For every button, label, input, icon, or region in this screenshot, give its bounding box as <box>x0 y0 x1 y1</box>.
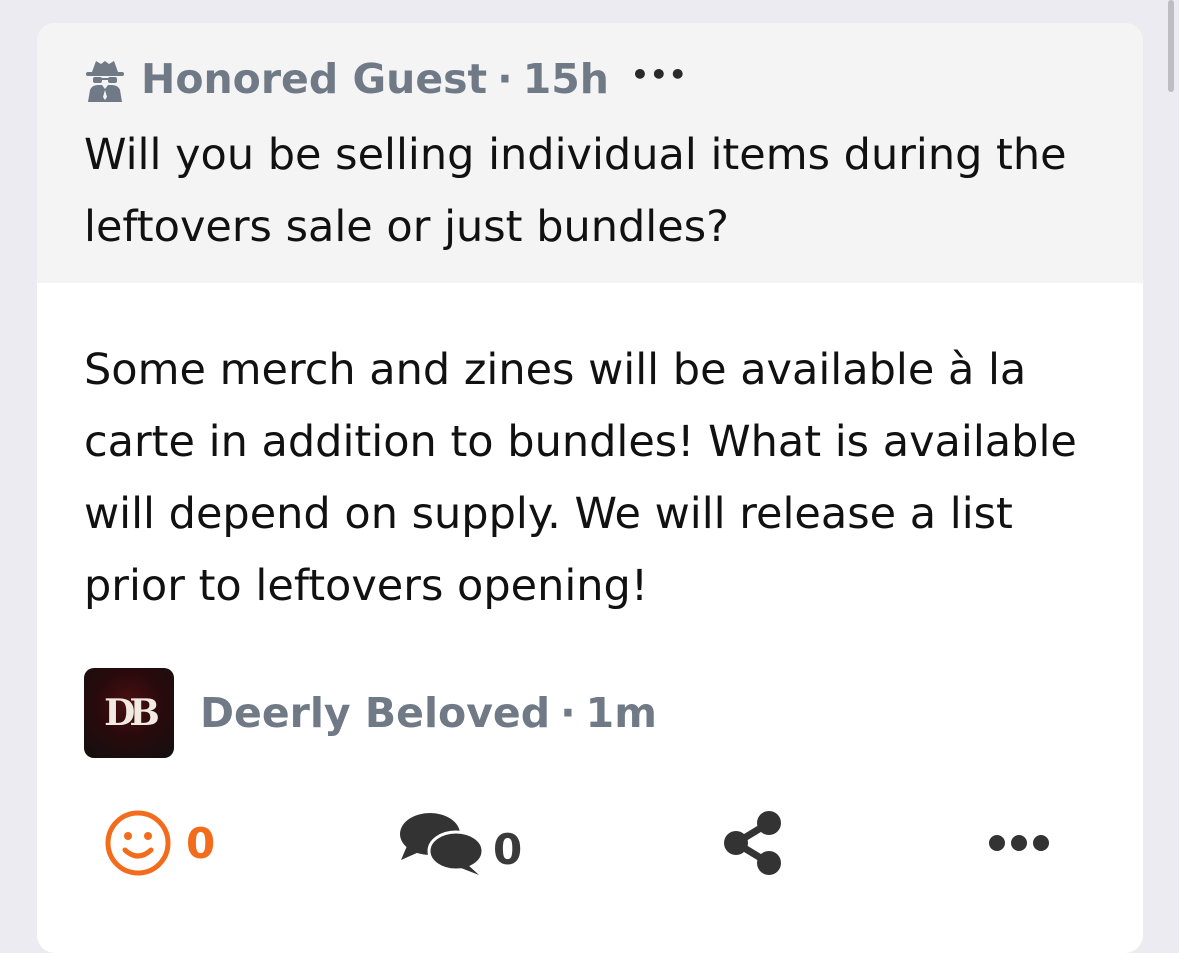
question-menu-button[interactable]: ••• <box>631 61 688 89</box>
question-time: 15h <box>522 55 609 103</box>
answer-author-row: DB Deerly Beloved · 1m <box>84 668 657 758</box>
comments-button[interactable]: 0 <box>399 803 522 883</box>
qa-card: Honored Guest · 15h ••• Will you be sell… <box>37 23 1143 953</box>
question-box: Honored Guest · 15h ••• Will you be sell… <box>37 23 1143 283</box>
share-icon <box>724 811 781 875</box>
smiley-icon <box>105 810 171 876</box>
separator-dot: · <box>560 689 576 737</box>
react-button[interactable]: 0 <box>104 803 215 883</box>
page-scrollbar[interactable] <box>1168 0 1174 92</box>
action-bar: 0 0 <box>37 803 1143 883</box>
answer-author[interactable]: Deerly Beloved <box>200 689 550 737</box>
more-options-button[interactable] <box>987 803 1051 883</box>
avatar[interactable]: DB <box>84 668 174 758</box>
reactions-count: 0 <box>186 818 216 868</box>
answer-time: 1m <box>585 689 657 737</box>
question-author: Honored Guest <box>141 55 488 103</box>
comments-count: 0 <box>493 824 523 874</box>
ellipsis-icon <box>989 835 1049 851</box>
share-button[interactable] <box>722 803 784 883</box>
avatar-initials: DB <box>104 692 160 734</box>
comments-icon <box>400 813 485 875</box>
spy-icon <box>86 61 124 102</box>
separator-dot: · <box>497 55 513 103</box>
question-text: Will you be selling individual items dur… <box>84 130 1067 252</box>
answer-text: Some merch and zines will be available à… <box>84 345 1077 611</box>
question-header: Honored Guest · 15h ••• <box>83 51 688 107</box>
